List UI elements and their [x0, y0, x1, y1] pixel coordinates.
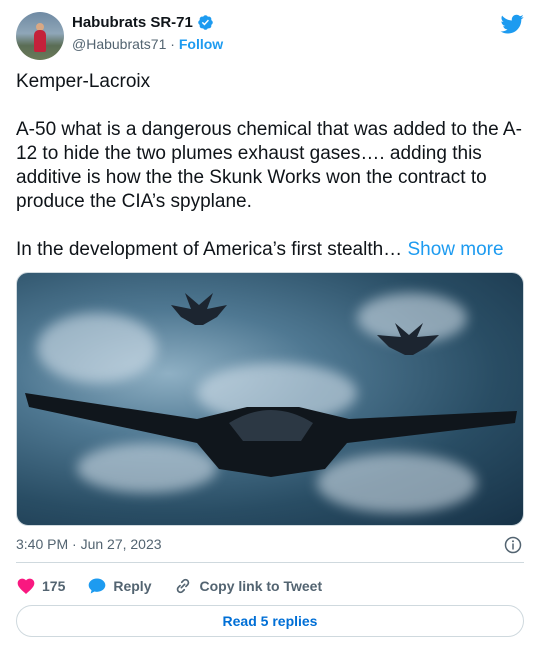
tweet-actions: 175 Reply Copy link to Tweet — [16, 576, 344, 596]
speech-bubble-icon — [89, 578, 106, 594]
heart-icon — [17, 578, 35, 594]
twitter-bird-icon[interactable] — [500, 12, 524, 36]
follow-button[interactable]: Follow — [179, 36, 223, 52]
tweet-text: Kemper-Lacroix A-50 what is a dangerous … — [16, 70, 528, 262]
avatar-figure — [34, 30, 46, 52]
author-name-row: Habubrats SR-71 — [72, 14, 214, 31]
tweet-title-line: Kemper-Lacroix — [16, 71, 151, 92]
like-button[interactable]: 175 — [16, 576, 65, 596]
tweet-card: Habubrats SR-71 @Habubrats71 · Follow Ke… — [0, 0, 540, 652]
like-count: 175 — [42, 578, 66, 594]
tweet-paragraph-1: A-50 what is a dangerous chemical that w… — [16, 119, 522, 212]
author-handle[interactable]: @Habubrats71 — [72, 36, 166, 52]
author-name[interactable]: Habubrats SR-71 — [72, 14, 193, 31]
read-replies-button[interactable]: Read 5 replies — [16, 605, 524, 637]
author-avatar[interactable] — [16, 12, 64, 60]
copy-link-button[interactable]: Copy link to Tweet — [173, 576, 322, 596]
tweet-media-image[interactable] — [16, 272, 524, 526]
info-icon[interactable] — [504, 536, 522, 554]
handle-separator: · — [170, 36, 175, 52]
reply-button[interactable]: Reply — [87, 576, 151, 596]
verified-badge-icon — [198, 15, 213, 30]
show-more-link[interactable]: Show more — [407, 239, 503, 260]
divider — [16, 562, 524, 563]
bomber-aircraft-illustration — [25, 293, 517, 477]
copy-link-label: Copy link to Tweet — [199, 578, 323, 594]
reply-label: Reply — [113, 578, 152, 594]
tweet-timestamp[interactable]: 3:40 PM · Jun 27, 2023 — [16, 536, 162, 552]
tweet-paragraph-2-text: In the development of America’s first st… — [16, 239, 403, 260]
tweet-paragraph-2: In the development of America’s first st… — [16, 238, 528, 262]
author-handle-row: @Habubrats71 · Follow — [72, 36, 223, 52]
link-icon — [177, 578, 190, 594]
